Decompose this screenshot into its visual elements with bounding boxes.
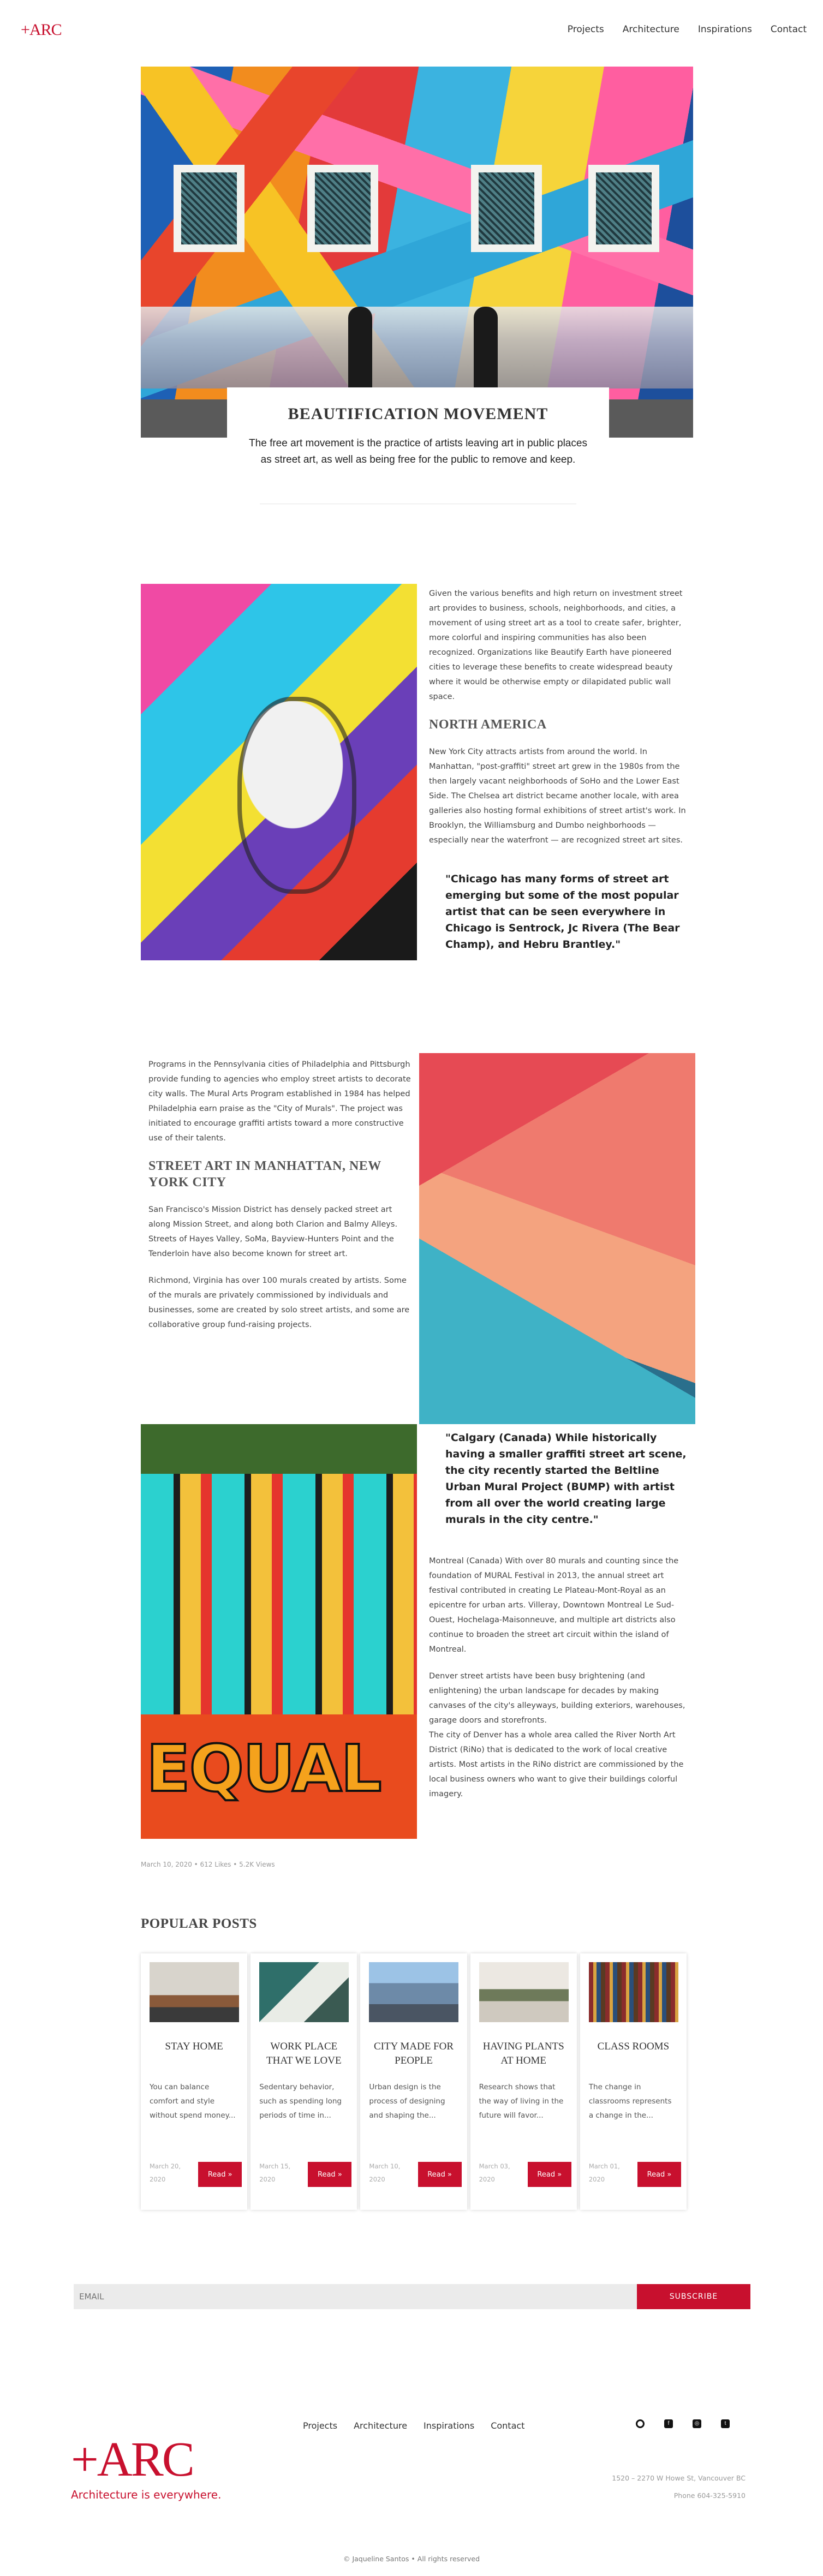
nav-inspirations[interactable]: Inspirations <box>698 24 752 35</box>
footer-nav-inspirations[interactable]: Inspirations <box>424 2420 474 2431</box>
subscribe-button[interactable]: SUBSCRIBE <box>637 2284 750 2309</box>
hero-image <box>141 67 693 438</box>
site-logo[interactable]: +ARC <box>21 21 62 39</box>
post-card[interactable]: WORK PLACE THAT WE LOVE Sedentary behavi… <box>251 1953 357 2210</box>
footer-nav-projects[interactable]: Projects <box>303 2420 337 2431</box>
window <box>588 165 659 252</box>
read-button[interactable]: Read » <box>418 2162 462 2187</box>
post-card[interactable]: STAY HOME You can balance comfort and st… <box>141 1953 248 2210</box>
sf-paragraph: San Francisco's Mission District has den… <box>148 1205 398 1258</box>
post-thumbnail <box>150 1962 239 2022</box>
richmond-paragraph: Richmond, Virginia has over 100 murals c… <box>148 1276 410 1329</box>
article-column-right-3: "Calgary (Canada) While historically hav… <box>429 1430 692 1814</box>
nav-projects[interactable]: Projects <box>568 24 604 35</box>
post-card[interactable]: CITY MADE FOR PEOPLE Urban design is the… <box>360 1953 467 2210</box>
post-title[interactable]: HAVING PLANTS AT HOME <box>476 2040 571 2068</box>
hero-subtitle: The free art movement is the practice of… <box>249 438 587 465</box>
email-input[interactable] <box>74 2284 637 2309</box>
philly-paragraph: Programs in the Pennsylvania cities of P… <box>148 1060 411 1143</box>
footer-address: 1520 – 2270 W Howe St, Vancouver BC Phon… <box>612 2470 746 2505</box>
read-button[interactable]: Read » <box>527 2162 571 2187</box>
post-thumbnail <box>479 1962 569 2022</box>
hero-caption: BEAUTIFICATION MOVEMENT The free art mov… <box>227 387 609 507</box>
chicago-quote: "Chicago has many forms of street art em… <box>445 873 680 951</box>
geometric-mural-image <box>419 1053 695 1424</box>
article-column-right-1: Given the various benefits and high retu… <box>429 587 691 953</box>
article-meta: March 10, 2020 • 612 Likes • 5.2K Views <box>141 1861 275 1868</box>
article-column-left-2: Programs in the Pennsylvania cities of P… <box>148 1057 415 1344</box>
post-card[interactable]: HAVING PLANTS AT HOME Research shows tha… <box>470 1953 577 2210</box>
popular-posts-list: STAY HOME You can balance comfort and st… <box>141 1953 687 2210</box>
newsletter-form: SUBSCRIBE <box>74 2284 750 2309</box>
footer-nav-architecture[interactable]: Architecture <box>354 2420 407 2431</box>
equal-mural-image: EQUAL <box>141 1424 417 1839</box>
hero-windows <box>141 165 693 252</box>
post-date: March 01, 2020 <box>588 2162 620 2183</box>
facebook-icon[interactable]: f <box>664 2419 673 2428</box>
search-icon[interactable] <box>636 2419 645 2428</box>
equal-mural-text: EQUAL <box>145 1730 383 1807</box>
hero-title: BEAUTIFICATION MOVEMENT <box>288 405 548 423</box>
social-links: f ◎ t <box>636 2419 730 2428</box>
footer-tagline: Architecture is everywhere. <box>71 2488 222 2501</box>
post-title[interactable]: WORK PLACE THAT WE LOVE <box>256 2040 351 2068</box>
post-date: March 10, 2020 <box>369 2162 401 2183</box>
address-text: 1520 – 2270 W Howe St, Vancouver BC <box>612 2474 746 2482</box>
read-button[interactable]: Read » <box>637 2162 682 2187</box>
phone-text: Phone 604-325-5910 <box>673 2491 746 2500</box>
footer-nav: Projects Architecture Inspirations Conta… <box>303 2420 524 2431</box>
post-date: March 03, 2020 <box>479 2162 510 2183</box>
calgary-quote: "Calgary (Canada) While historically hav… <box>445 1432 687 1526</box>
post-thumbnail <box>259 1962 349 2022</box>
post-excerpt: The change in classrooms represents a ch… <box>588 2083 672 2120</box>
post-thumbnail <box>369 1962 459 2022</box>
north-america-heading: NORTH AMERICA <box>429 718 547 732</box>
twitter-icon[interactable]: t <box>721 2419 730 2428</box>
site-header: +ARC Projects Architecture Inspirations … <box>0 0 823 60</box>
footer-nav-contact[interactable]: Contact <box>491 2420 524 2431</box>
post-date: March 20, 2020 <box>150 2162 181 2183</box>
post-excerpt: Sedentary behavior, such as spending lon… <box>259 2083 342 2120</box>
post-thumbnail <box>588 1962 678 2022</box>
post-title[interactable]: CLASS ROOMS <box>586 2040 681 2054</box>
post-excerpt: Urban design is the process of designing… <box>369 2083 445 2120</box>
instagram-icon[interactable]: ◎ <box>693 2419 701 2428</box>
copyright: © Jaqueline Santos • All rights reserved <box>343 2555 480 2563</box>
nav-contact[interactable]: Contact <box>771 24 807 35</box>
post-card[interactable]: CLASS ROOMS The change in classrooms rep… <box>580 1953 687 2210</box>
montreal-paragraph: Montreal (Canada) With over 80 murals an… <box>429 1557 679 1654</box>
nav-architecture[interactable]: Architecture <box>623 24 679 35</box>
hero-graffiti <box>141 307 693 389</box>
intro-paragraph: Given the various benefits and high retu… <box>429 589 683 701</box>
post-title[interactable]: CITY MADE FOR PEOPLE <box>366 2040 461 2068</box>
main-nav: Projects Architecture Inspirations Conta… <box>568 24 807 35</box>
popular-posts-heading: POPULAR POSTS <box>141 1916 257 1931</box>
window <box>307 165 378 252</box>
post-excerpt: Research shows that the way of living in… <box>479 2083 564 2120</box>
post-title[interactable]: STAY HOME <box>146 2040 242 2054</box>
denver-paragraph: Denver street artists have been busy bri… <box>429 1672 685 1798</box>
manhattan-heading: STREET ART IN MANHATTAN, NEW YORK CITY <box>148 1159 381 1190</box>
north-america-paragraph: New York City attracts artists from arou… <box>429 748 686 845</box>
face-mural-image <box>141 584 417 960</box>
post-date: March 15, 2020 <box>259 2162 291 2183</box>
window <box>174 165 244 252</box>
footer-logo[interactable]: +ARC <box>71 2431 195 2488</box>
read-button[interactable]: Read » <box>198 2162 242 2187</box>
read-button[interactable]: Read » <box>308 2162 352 2187</box>
window <box>471 165 542 252</box>
post-excerpt: You can balance comfort and style withou… <box>150 2083 236 2120</box>
